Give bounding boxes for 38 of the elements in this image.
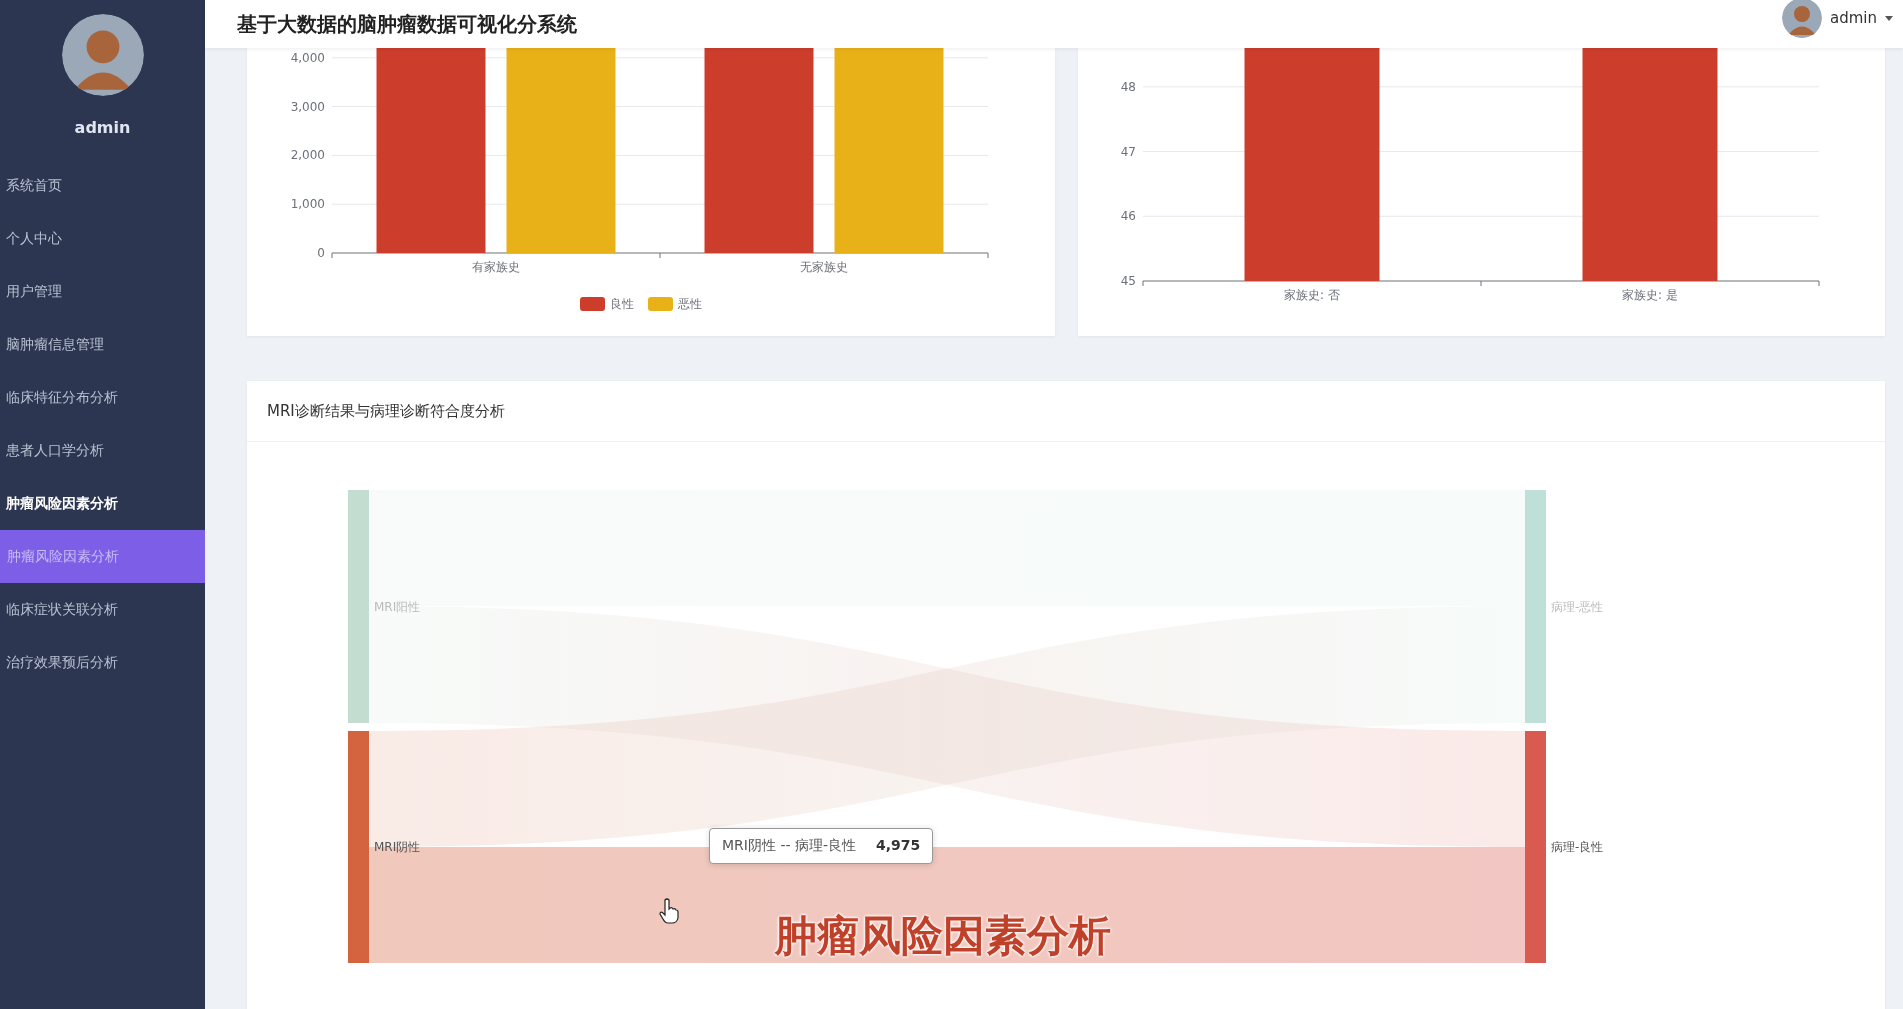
menu-item[interactable]: 患者人口学分析 (0, 424, 205, 477)
menu-item[interactable]: 临床症状关联分析 (0, 583, 205, 636)
category-label: 家族史: 是 (1622, 288, 1678, 302)
hand-cursor-icon (659, 898, 679, 924)
axis-label: 45 (1120, 274, 1136, 288)
axis-label: 2,000 (290, 148, 325, 163)
card-title: MRI诊断结果与病理诊断符合度分析 (247, 381, 1885, 442)
menu-group[interactable]: 肿瘤风险因素分析 (0, 477, 205, 530)
avatar (1782, 0, 1822, 38)
node-label: 病理-恶性 (1551, 599, 1604, 614)
caret-icon[interactable] (1885, 15, 1893, 21)
category-label: 有家族史 (472, 260, 520, 274)
menu-item[interactable]: 用户管理 (0, 265, 205, 318)
category-label: 无家族史 (800, 260, 848, 274)
axis-label: 46 (1120, 209, 1136, 224)
menu-item[interactable]: 临床特征分布分析 (0, 371, 205, 424)
legend-label: 良性 (610, 297, 634, 311)
caption-overlay: 肿瘤风险因素分析 (775, 910, 1111, 962)
menu-item[interactable]: 系统首页 (0, 159, 205, 212)
node-label: 病理-良性 (1551, 840, 1604, 854)
axis-label: 3,000 (290, 99, 325, 114)
user-menu[interactable]: admin (1830, 9, 1877, 27)
axis-label: 47 (1120, 144, 1136, 159)
menu-item[interactable]: 脑肿瘤信息管理 (0, 318, 205, 371)
node-label: MRI阴性 (374, 840, 421, 854)
menu-item[interactable]: 个人中心 (0, 212, 205, 265)
axis-label: 1,000 (290, 197, 325, 212)
legend-label: 恶性 (678, 297, 702, 311)
user-name: admin (74, 118, 131, 137)
axis-label: 48 (1120, 79, 1136, 94)
menu-item[interactable]: 治疗效果预后分析 (0, 636, 205, 689)
category-label: 家族史: 否 (1284, 288, 1340, 302)
tooltip-value: 4,975 (876, 837, 921, 855)
node-label: MRI阳性 (374, 599, 421, 614)
tooltip-label: MRI阴性 -- 病理-良性 (722, 837, 856, 855)
app-title: 基于大数据的脑肿瘤数据可视化分系统 (237, 10, 577, 38)
axis-label: 0 (317, 246, 325, 260)
axis-label: 4,000 (290, 50, 325, 65)
